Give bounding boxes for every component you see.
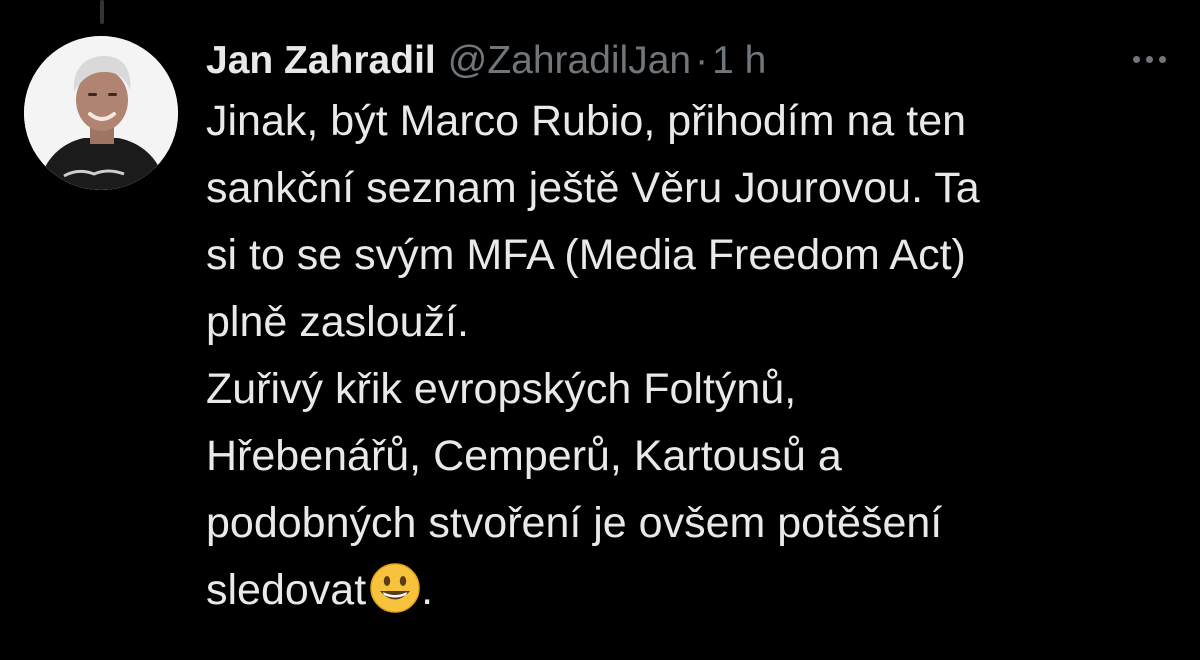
tweet-header: Jan Zahradil @ZahradilJan · 1 h bbox=[206, 34, 766, 88]
author-name[interactable]: Jan Zahradil bbox=[206, 39, 436, 83]
tweet-line: Hřebenářů, Cemperů, Kartousů a bbox=[206, 432, 842, 480]
more-horizontal-icon-dot-3 bbox=[1158, 55, 1166, 63]
tweet-timestamp[interactable]: 1 h bbox=[712, 39, 766, 83]
tweet-final-punctuation: . bbox=[421, 566, 434, 614]
grinning-face-emoji bbox=[370, 563, 420, 613]
author-avatar[interactable] bbox=[24, 36, 178, 190]
tweet-line: si to se svým MFA (Media Freedom Act) bbox=[206, 231, 966, 279]
more-options-button[interactable] bbox=[1124, 44, 1174, 74]
tweet-line: sankční seznam ještě Věru Jourovou. Ta bbox=[206, 164, 980, 212]
tweet-line: Jinak, být Marco Rubio, přihodím na ten bbox=[206, 97, 967, 145]
more-horizontal-icon bbox=[1132, 55, 1140, 63]
tweet-line: podobných stvoření je ovšem potěšení bbox=[206, 499, 943, 547]
tweet-line: plně zaslouží. bbox=[206, 298, 469, 346]
tweet-text: Jinak, být Marco Rubio, přihodím na ten … bbox=[206, 88, 1186, 624]
tweet-last-line: sledovat . bbox=[206, 557, 1186, 624]
tweet-line: Zuřivý křik evropských Foltýnů, bbox=[206, 365, 797, 413]
header-separator: · bbox=[695, 39, 709, 82]
more-horizontal-icon-dot-2 bbox=[1145, 55, 1153, 63]
thread-connector-line bbox=[100, 0, 104, 24]
author-handle[interactable]: @ZahradilJan bbox=[448, 39, 691, 83]
profile-photo bbox=[24, 36, 178, 190]
tweet-line-text: sledovat bbox=[206, 566, 367, 614]
